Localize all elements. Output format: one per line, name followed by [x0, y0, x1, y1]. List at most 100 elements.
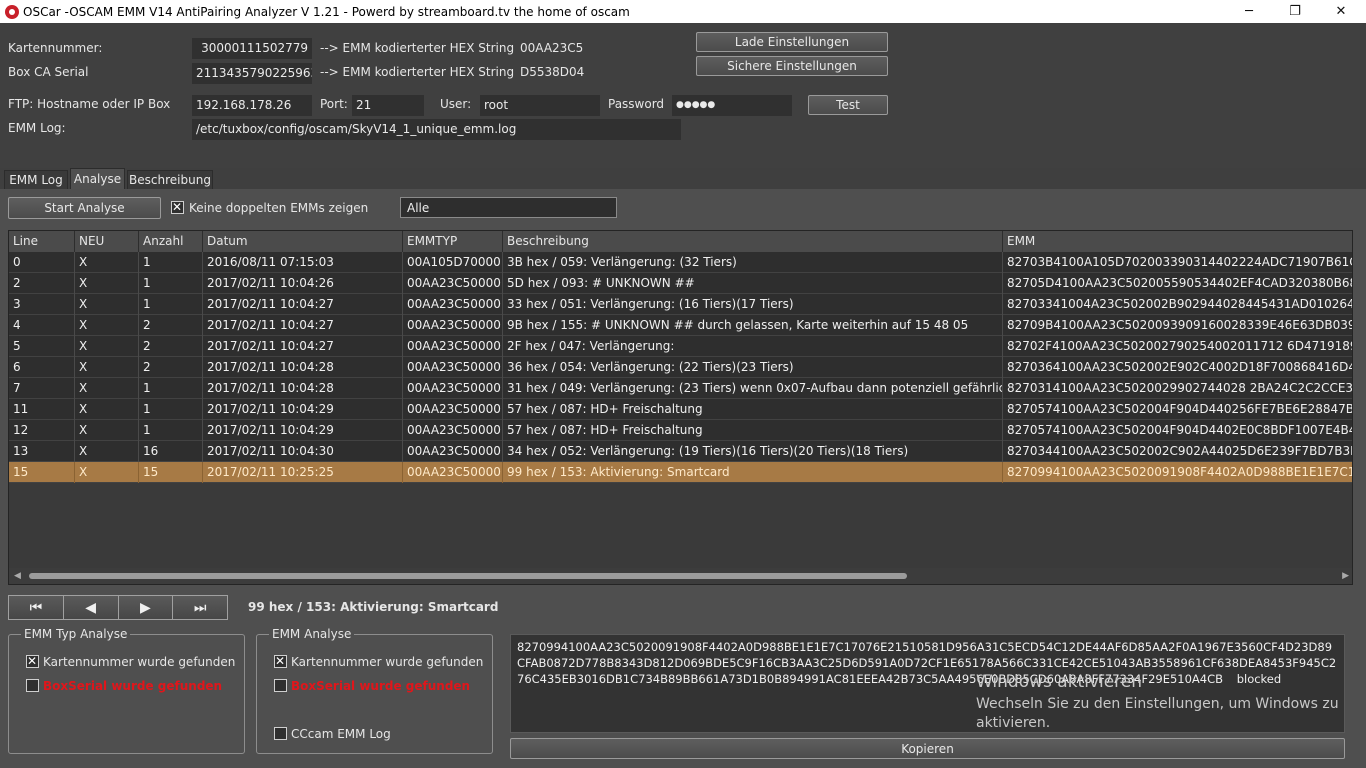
cell-neu: X: [75, 399, 139, 420]
col-neu[interactable]: NEU: [75, 231, 139, 252]
watermark-line1: Wechseln Sie zu den Einstellungen, um Wi…: [976, 696, 1339, 712]
scrollbar-thumb[interactable]: [29, 573, 907, 579]
col-datum[interactable]: Datum: [203, 231, 403, 252]
table-row[interactable]: 13 X 16 2017/02/11 10:04:30 00AA23C50000... 3…: [9, 441, 1352, 462]
filter-select-value: Alle: [407, 201, 430, 215]
boxca-hex: D5538D04: [520, 65, 585, 79]
typ-boxserial-checkbox[interactable]: [26, 679, 39, 692]
cell-datum: 2017/02/11 10:04:28: [203, 378, 403, 399]
table-row[interactable]: 3 X 1 2017/02/11 10:04:27 00AA23C50000... 33 …: [9, 294, 1352, 315]
table-row[interactable]: 2 X 1 2017/02/11 10:04:26 00AA23C50000... 5D …: [9, 273, 1352, 294]
table-row[interactable]: 7 X 1 2017/02/11 10:04:28 00AA23C50000... 31 …: [9, 378, 1352, 399]
cell-emmtyp: 00AA23C50000...: [403, 420, 503, 441]
cell-neu: X: [75, 252, 139, 273]
cell-neu: X: [75, 357, 139, 378]
table-row[interactable]: 5 X 2 2017/02/11 10:04:27 00AA23C50000... 2F …: [9, 336, 1352, 357]
cell-beschreibung: 57 hex / 087: HD+ Freischaltung: [503, 420, 1003, 441]
cell-anzahl: 2: [139, 315, 203, 336]
last-record-button[interactable]: ⏭: [173, 596, 227, 619]
emm-typ-analyse-title: EMM Typ Analyse: [21, 627, 131, 641]
cell-line: 4: [9, 315, 75, 336]
scroll-right-icon[interactable]: ▶: [1342, 571, 1349, 581]
first-record-button[interactable]: ⏮: [9, 596, 64, 619]
typ-kartennummer-checkbox[interactable]: [26, 654, 39, 668]
table-row[interactable]: 6 X 2 2017/02/11 10:04:28 00AA23C50000... 36 …: [9, 357, 1352, 378]
col-anzahl[interactable]: Anzahl: [139, 231, 203, 252]
col-emmtyp[interactable]: EMMTYP: [403, 231, 503, 252]
cell-neu: X: [75, 273, 139, 294]
copy-button[interactable]: Kopieren: [510, 738, 1345, 759]
table-row[interactable]: 12 X 1 2017/02/11 10:04:29 00AA23C50000... 57…: [9, 420, 1352, 441]
horizontal-scrollbar[interactable]: ◀ ▶: [9, 568, 1352, 584]
cell-line: 0: [9, 252, 75, 273]
cell-datum: 2017/02/11 10:04:27: [203, 315, 403, 336]
cell-line: 7: [9, 378, 75, 399]
boxca-label: Box CA Serial: [8, 65, 89, 79]
tab-beschreibung[interactable]: Beschreibung: [127, 170, 213, 189]
emm-hex-output[interactable]: 8270994100AA23C5020091908F4402A0D988BE1E…: [510, 634, 1345, 733]
cell-neu: X: [75, 420, 139, 441]
cell-anzahl: 1: [139, 294, 203, 315]
save-settings-button[interactable]: Sichere Einstellungen: [696, 56, 888, 76]
table-row[interactable]: 4 X 2 2017/02/11 10:04:27 00AA23C50000... 9B …: [9, 315, 1352, 336]
table-row[interactable]: 15 X 15 2017/02/11 10:25:25 00AA23C50000... 9…: [9, 462, 1352, 483]
user-label: User:: [440, 97, 472, 111]
scroll-left-icon[interactable]: ◀: [14, 571, 21, 581]
tab-emm-log[interactable]: EMM Log: [4, 170, 68, 189]
ftp-label: FTP: Hostname oder IP Box: [8, 97, 171, 111]
prev-record-button[interactable]: ◀: [64, 596, 119, 619]
window-title: OSCar -OSCAM EMM V14 AntiPairing Analyze…: [23, 4, 630, 19]
cell-beschreibung: 36 hex / 054: Verlängerung: (22 Tiers)(2…: [503, 357, 1003, 378]
load-settings-button[interactable]: Lade Einstellungen: [696, 32, 888, 52]
table-row[interactable]: 0 X 1 2016/08/11 07:15:03 00A105D70000... 3B …: [9, 252, 1352, 273]
cell-line: 3: [9, 294, 75, 315]
cell-neu: X: [75, 294, 139, 315]
analyse-boxserial-checkbox[interactable]: [274, 679, 287, 692]
tab-bar: EMM Log Analyse Beschreibung: [0, 168, 1366, 189]
cell-neu: X: [75, 378, 139, 399]
no-duplicates-checkbox[interactable]: [171, 200, 184, 214]
cell-datum: 2016/08/11 07:15:03: [203, 252, 403, 273]
kartennummer-field[interactable]: 30000111502779: [192, 38, 312, 59]
cell-neu: X: [75, 441, 139, 462]
test-button[interactable]: Test: [808, 95, 888, 115]
boxca-field[interactable]: 2113435790225963: [192, 63, 312, 84]
boxca-arrow-text: --> EMM kodierterter HEX String: [320, 65, 515, 79]
cccam-checkbox[interactable]: [274, 727, 287, 740]
cell-emm: 82703341004A23C502002B902944028445431AD0…: [1003, 294, 1352, 315]
filter-select[interactable]: Alle: [400, 197, 617, 218]
minimize-button[interactable]: ─: [1226, 0, 1272, 23]
record-navigation: ⏮ ◀ ▶ ⏭: [8, 595, 228, 620]
cell-datum: 2017/02/11 10:04:27: [203, 294, 403, 315]
cell-line: 5: [9, 336, 75, 357]
table-row[interactable]: 11 X 1 2017/02/11 10:04:29 00AA23C50000... 57…: [9, 399, 1352, 420]
cell-emm: 8270574100AA23C502004F904D440256FE7BE6E2…: [1003, 399, 1352, 420]
close-button[interactable]: ✕: [1318, 0, 1364, 23]
user-field[interactable]: root: [480, 95, 600, 116]
col-line[interactable]: Line: [9, 231, 75, 252]
port-field[interactable]: 21: [352, 95, 424, 116]
start-analyse-button[interactable]: Start Analyse: [8, 197, 161, 219]
cell-line: 12: [9, 420, 75, 441]
cell-emmtyp: 00AA23C50000...: [403, 294, 503, 315]
tab-analyse[interactable]: Analyse: [70, 168, 125, 189]
analyse-kartennummer-checkbox[interactable]: [274, 654, 287, 668]
emmlog-path-field[interactable]: /etc/tuxbox/config/oscam/SkyV14_1_unique…: [192, 119, 681, 140]
watermark-line2: aktivieren.: [976, 715, 1051, 731]
maximize-button[interactable]: ❐: [1272, 0, 1318, 23]
ftp-host-field[interactable]: 192.168.178.26: [192, 95, 312, 116]
cell-beschreibung: 3B hex / 059: Verlängerung: (32 Tiers): [503, 252, 1003, 273]
cell-emmtyp: 00AA23C50000...: [403, 357, 503, 378]
cccam-label: CCcam EMM Log: [291, 727, 391, 741]
cell-anzahl: 1: [139, 273, 203, 294]
col-emm[interactable]: EMM: [1003, 231, 1352, 252]
col-beschreibung[interactable]: Beschreibung: [503, 231, 1003, 252]
next-record-button[interactable]: ▶: [119, 596, 174, 619]
cell-beschreibung: 34 hex / 052: Verlängerung: (19 Tiers)(1…: [503, 441, 1003, 462]
cell-emmtyp: 00AA23C50000...: [403, 315, 503, 336]
password-field[interactable]: ●●●●●: [672, 95, 792, 116]
emm-analyse-group: EMM Analyse Kartennummer wurde gefunden …: [256, 627, 493, 754]
cell-beschreibung: 5D hex / 093: # UNKNOWN ##: [503, 273, 1003, 294]
cell-emmtyp: 00AA23C50000...: [403, 462, 503, 483]
cell-anzahl: 1: [139, 399, 203, 420]
